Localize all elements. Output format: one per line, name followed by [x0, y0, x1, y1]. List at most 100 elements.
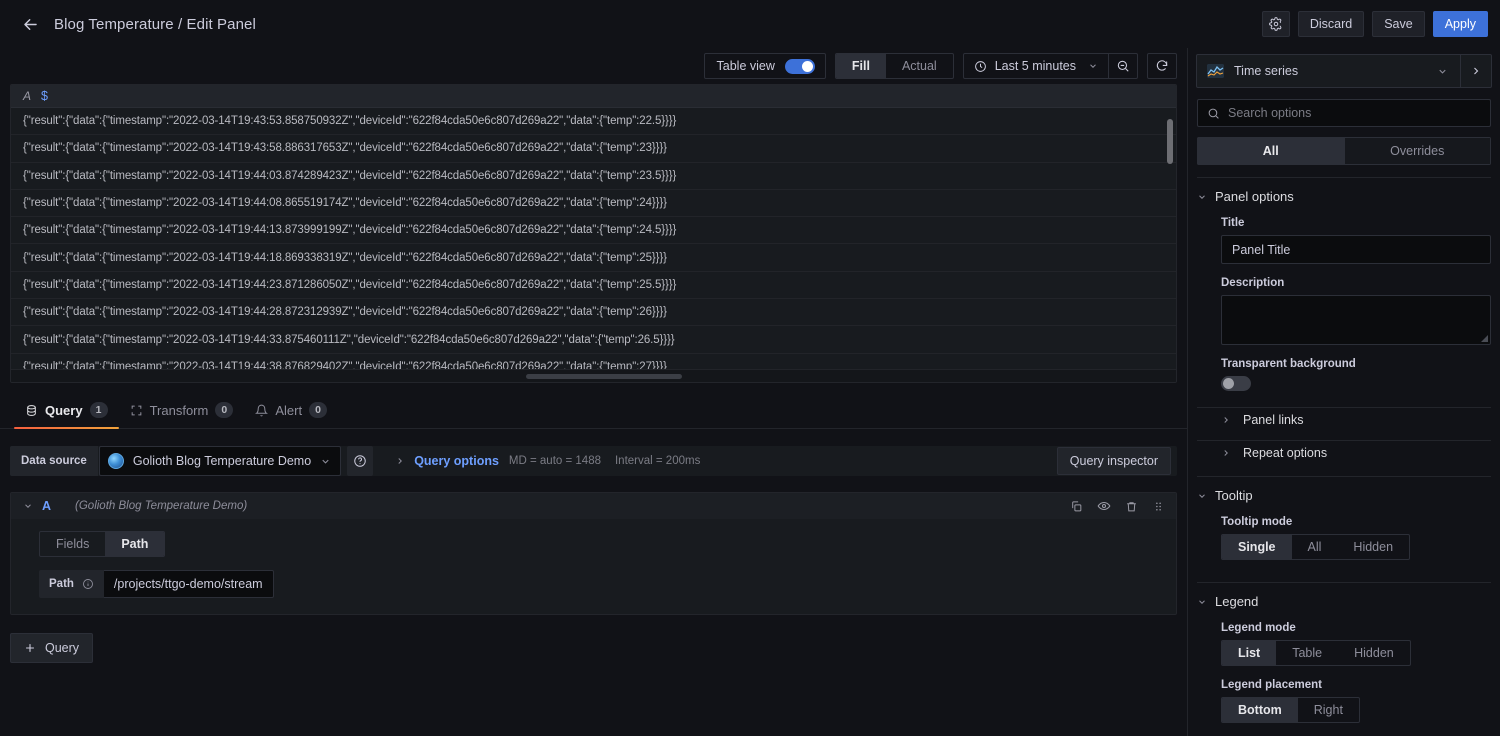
discard-button[interactable]: Discard	[1297, 11, 1365, 37]
query-mode-path[interactable]: Path	[105, 532, 165, 556]
panel-settings-button[interactable]	[1261, 11, 1290, 37]
toggle-options-pane-button[interactable]	[1461, 55, 1491, 87]
back-button[interactable]	[16, 10, 44, 38]
panel-description-label: Description	[1221, 277, 1285, 289]
tooltip-mode-single[interactable]: Single	[1222, 535, 1292, 559]
refresh-button[interactable]	[1147, 53, 1177, 79]
table-vertical-scrollbar[interactable]	[1167, 119, 1173, 164]
query-row-body: Fields Path Path /projects/ttgo-demo/str…	[11, 519, 1176, 614]
panel-links-row[interactable]: Panel links	[1197, 407, 1491, 431]
section-panel-options-header[interactable]: Panel options	[1197, 189, 1491, 204]
tooltip-mode-hidden[interactable]: Hidden	[1337, 535, 1409, 559]
legend-placement-bottom[interactable]: Bottom	[1222, 698, 1298, 722]
legend-mode-hidden[interactable]: Hidden	[1338, 641, 1410, 665]
panel-description-textarea[interactable]	[1221, 295, 1491, 345]
time-range-button[interactable]: Last 5 minutes	[964, 54, 1108, 78]
fill-actual-group: Fill Actual	[834, 53, 954, 79]
chevron-right-icon	[395, 456, 405, 466]
transparent-background-switch[interactable]	[1221, 376, 1251, 391]
collapse-query-toggle[interactable]	[23, 501, 33, 511]
visualization-picker: Time series	[1196, 54, 1492, 88]
transparent-background-field: Transparent background	[1197, 358, 1491, 391]
time-range-label: Last 5 minutes	[994, 59, 1076, 73]
search-options-box[interactable]	[1197, 99, 1491, 127]
drag-query-handle[interactable]	[1152, 500, 1165, 513]
path-input[interactable]: /projects/ttgo-demo/stream	[103, 570, 274, 598]
zoom-out-time-button[interactable]	[1109, 54, 1137, 78]
section-legend-title: Legend	[1215, 594, 1259, 609]
table-row: {"result":{"data":{"timestamp":"2022-03-…	[11, 135, 1176, 163]
query-row-a: A (Golioth Blog Temperature Demo) Fields…	[10, 492, 1177, 615]
legend-placement-right[interactable]: Right	[1298, 698, 1359, 722]
tab-transform[interactable]: Transform 0	[119, 392, 245, 428]
remove-query-button[interactable]	[1125, 500, 1138, 513]
panel-title-input[interactable]: Panel Title	[1221, 235, 1491, 264]
plus-icon	[25, 643, 35, 653]
query-mode-fields[interactable]: Fields	[40, 532, 105, 556]
tab-query[interactable]: Query 1	[14, 392, 119, 429]
chevron-right-icon	[1474, 67, 1479, 75]
tab-alert-count: 0	[309, 402, 328, 418]
tab-query-label: Query	[45, 402, 83, 418]
legend-mode-label: Legend mode	[1221, 622, 1296, 634]
toggle-query-visibility-button[interactable]	[1097, 499, 1111, 513]
add-query-button[interactable]: Query	[10, 633, 94, 663]
panel-toolbar: Table view Fill Actual Last 5 minutes	[0, 48, 1187, 84]
options-scroll-area[interactable]: All Overrides Panel options Title Panel …	[1188, 88, 1500, 736]
tooltip-mode-group: Single All Hidden	[1221, 534, 1411, 560]
legend-placement-group: Bottom Right	[1221, 697, 1360, 723]
table-view-switch[interactable]	[784, 58, 815, 74]
actual-option[interactable]: Actual	[886, 54, 953, 78]
legend-mode-table[interactable]: Table	[1276, 641, 1338, 665]
editor-tabs: Query 1 Transform 0 Alert 0	[0, 392, 1187, 429]
tooltip-mode-all[interactable]: All	[1292, 535, 1338, 559]
chevron-down-icon	[1197, 491, 1205, 501]
chevron-down-icon	[320, 456, 331, 467]
scope-tab-overrides[interactable]: Overrides	[1344, 137, 1491, 165]
page-title: Blog Temperature / Edit Panel	[54, 15, 256, 33]
transparent-background-label: Transparent background	[1221, 358, 1356, 370]
table-view-panel: A $ {"result":{"data":{"timestamp":"2022…	[10, 84, 1177, 383]
section-legend-header[interactable]: Legend	[1197, 594, 1491, 609]
table-horizontal-scrollbar-track	[11, 369, 1176, 382]
legend-placement-field: Legend placement Bottom Right	[1197, 679, 1491, 723]
section-tooltip-header[interactable]: Tooltip	[1197, 488, 1491, 503]
datasource-help-button[interactable]	[347, 446, 374, 476]
table-rows[interactable]: {"result":{"data":{"timestamp":"2022-03-…	[11, 108, 1176, 382]
table-header-type-glyph: $	[41, 89, 48, 103]
table-view-toggle[interactable]: Table view	[703, 53, 826, 79]
apply-button[interactable]: Apply	[1432, 11, 1488, 37]
zoom-out-icon	[1117, 60, 1129, 72]
options-pane: Time series All	[1187, 48, 1500, 736]
table-row: {"result":{"data":{"timestamp":"2022-03-…	[11, 272, 1176, 300]
tab-alert-label: Alert	[275, 402, 303, 418]
datasource-selected-name: Golioth Blog Temperature Demo	[132, 454, 312, 468]
tab-alert[interactable]: Alert 0	[244, 392, 338, 428]
arrow-left-icon	[23, 18, 37, 30]
max-data-points-info: MD = auto = 1488	[508, 455, 601, 467]
chevron-right-icon	[1221, 448, 1231, 458]
query-inspector-button[interactable]: Query inspector	[1056, 447, 1171, 475]
legend-mode-field: Legend mode List Table Hidden	[1197, 622, 1491, 666]
datasource-logo-icon	[107, 453, 124, 469]
time-series-icon	[1207, 64, 1224, 78]
scope-tab-all[interactable]: All	[1197, 137, 1345, 165]
query-ref-id[interactable]: A	[42, 499, 51, 513]
table-horizontal-scrollbar-thumb[interactable]	[526, 374, 682, 379]
datasource-picker[interactable]: Golioth Blog Temperature Demo	[98, 446, 342, 476]
section-tooltip: Tooltip Tooltip mode Single All Hidden	[1197, 476, 1491, 560]
gear-icon	[1268, 17, 1282, 31]
query-row-header: A (Golioth Blog Temperature Demo)	[11, 493, 1176, 519]
visualization-picker-button[interactable]: Time series	[1197, 55, 1460, 87]
fill-option[interactable]: Fill	[835, 54, 886, 78]
duplicate-query-button[interactable]	[1070, 500, 1083, 513]
query-mode-tabs: Fields Path	[39, 531, 166, 557]
legend-mode-list[interactable]: List	[1222, 641, 1277, 665]
search-options-input[interactable]	[1228, 106, 1481, 120]
repeat-options-row[interactable]: Repeat options	[1197, 440, 1491, 464]
database-icon	[25, 404, 38, 417]
eye-icon	[1097, 501, 1111, 511]
section-legend: Legend Legend mode List Table Hidden Leg…	[1197, 582, 1491, 736]
query-options-toggle[interactable]: Query options	[395, 454, 499, 468]
save-button[interactable]: Save	[1372, 11, 1425, 37]
